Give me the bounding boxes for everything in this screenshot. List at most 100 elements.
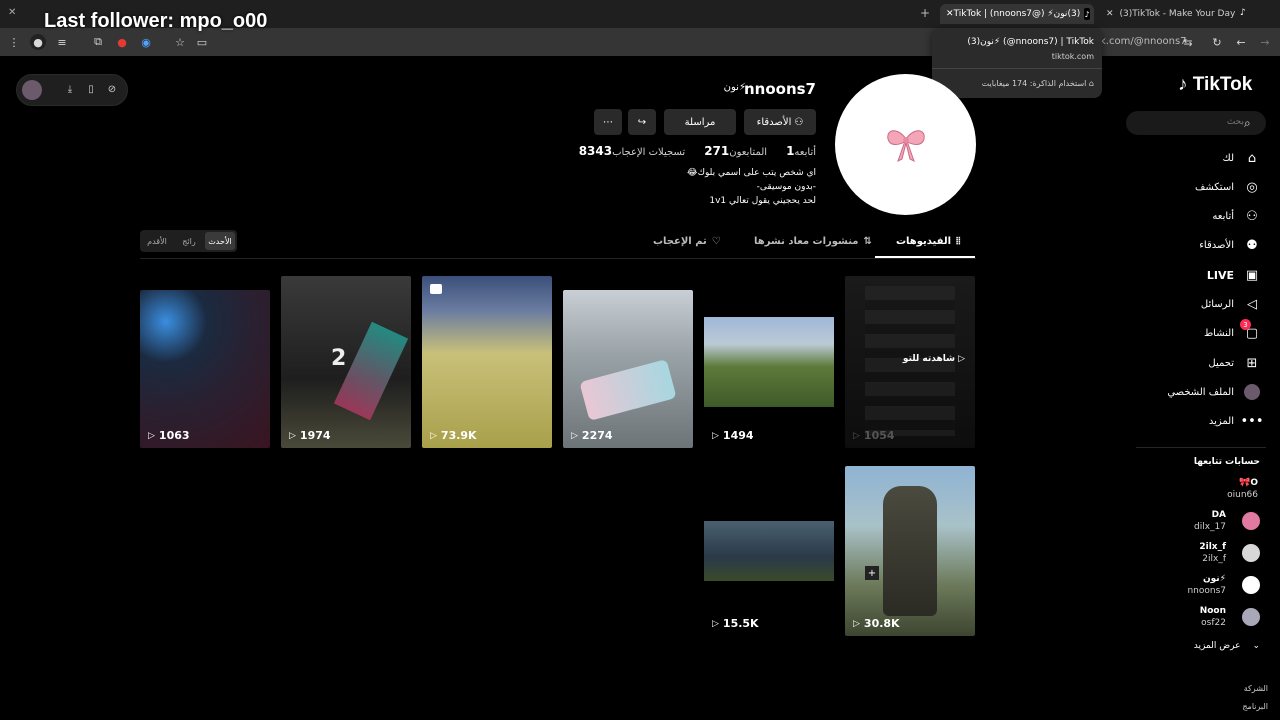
video-thumbnail[interactable]: ▷ 15.5K (704, 466, 834, 636)
sidebar-item-foryou[interactable]: لك ⌂ (1223, 149, 1260, 167)
following-account[interactable]: نون⚡ nnoons7 (1187, 573, 1226, 597)
forward-icon[interactable]: → (1257, 34, 1273, 50)
view-count: ▷ 1054 (853, 429, 895, 442)
record-extension-icon[interactable]: ● (114, 34, 130, 50)
tiktok-logo[interactable]: ♪ TikTok (1178, 74, 1252, 96)
footer-link[interactable]: الشركة (1244, 684, 1268, 693)
video-thumbnail[interactable]: + ▷ 30.8K (845, 466, 975, 636)
avatar[interactable] (1242, 576, 1260, 594)
tab-hover-card: (3)نون⚡ (@nnoons7) | TikTok tiktok.com ⌂… (932, 28, 1102, 98)
nav-label: أتابعه (1212, 210, 1234, 222)
user-avatar[interactable] (22, 80, 42, 100)
sidebar-item-following[interactable]: أتابعه ⚇ (1212, 207, 1260, 225)
watched-text: شاهدته للتو (902, 354, 955, 364)
tab-label: (3)نون⚡ (@nnoons7) | TikTok (953, 9, 1081, 19)
sort-oldest[interactable]: الأقدم (142, 232, 172, 250)
phone-icon[interactable]: ▯ (84, 82, 98, 96)
tiktok-icon: ♪ (1178, 74, 1193, 95)
view-count-text: 1063 (158, 429, 190, 442)
more-options-icon[interactable]: ⋯ (594, 109, 622, 135)
stat-value: 271 (704, 144, 730, 158)
download-icon[interactable]: ⤓ (63, 82, 77, 96)
thumbnail-art: 2 (331, 346, 347, 371)
tab-liked[interactable]: تم الإعجاب ♡ (653, 236, 721, 247)
cast-icon[interactable]: ≡ (54, 34, 70, 50)
sidebar-item-explore[interactable]: استكشف ◎ (1195, 178, 1260, 196)
video-thumbnail[interactable]: ▷ 1494 (704, 276, 834, 448)
following-account[interactable]: DA dilx_17 (1194, 509, 1226, 533)
bio-line: اي شخص يتب على اسمي بلوك😂 (687, 168, 816, 178)
stat-following[interactable]: أتابعه1 (781, 144, 816, 158)
sidebar-item-messages[interactable]: الرسائل ◁ (1201, 295, 1260, 313)
sidebar-item-activity[interactable]: النشاط ▢ 3 (1204, 319, 1260, 342)
hover-card-title: (3)نون⚡ (@nnoons7) | TikTok (967, 37, 1094, 47)
tab-home[interactable]: ✕ (3)TikTok - Make Your Day (1100, 4, 1250, 24)
nav-label: LIVE (1206, 268, 1234, 282)
menu-dots-icon[interactable]: ⋮ (6, 34, 22, 50)
profile-avatar-icon (1244, 384, 1260, 400)
play-icon: ▷ (853, 618, 860, 629)
tab-label: منشورات معاد نشرها (754, 236, 859, 247)
sidebar-icon[interactable]: ▭ (194, 34, 210, 50)
stat-followers[interactable]: المتابعون271 (699, 144, 767, 158)
account-name: 2ilx_f (1199, 542, 1226, 552)
profile-icon[interactable]: ● (30, 34, 46, 50)
account-handle: oiun66 (1227, 490, 1258, 500)
avatar[interactable] (1242, 512, 1260, 530)
logo-text: TikTok (1192, 74, 1253, 95)
video-thumbnail[interactable]: شاهدته للتو ▷ ▷ 1054 (845, 276, 975, 448)
tab-reposts[interactable]: منشورات معاد نشرها ⇅ (754, 236, 872, 247)
video-thumbnail[interactable]: ▷ 73.9K (422, 276, 552, 448)
search-placeholder: بحث (1226, 117, 1244, 127)
compass-icon[interactable]: ⊘ (105, 82, 119, 96)
video-thumbnail[interactable]: ▷ 2274 (563, 290, 693, 448)
stream-overlay-title: Last follower: mpo_o00 (44, 10, 268, 32)
sidebar-item-upload[interactable]: تحميل ⊞ (1208, 354, 1260, 372)
share-icon[interactable]: ↪ (628, 109, 656, 135)
tab-close-icon[interactable]: ✕ (946, 9, 954, 19)
thumbnail-art (579, 359, 677, 421)
sidebar-item-more[interactable]: المزيد ••• (1209, 412, 1264, 430)
footer-link[interactable]: البرنامج (1242, 702, 1268, 711)
tab-profile[interactable]: ✕ (3)نون⚡ (@nnoons7) | TikTok ♪ (940, 4, 1094, 24)
message-button[interactable]: مراسلة (664, 109, 736, 135)
friends-button[interactable]: الأصدقاء ⚇ (744, 109, 816, 135)
sort-popular[interactable]: رائج (174, 232, 204, 250)
more-icon: ••• (1240, 413, 1264, 429)
avatar[interactable] (1242, 544, 1260, 562)
following-account[interactable]: 2ilx_f 2ilx_f (1199, 541, 1226, 565)
tune-icon[interactable]: ⇆ (1180, 34, 1196, 50)
nav-label: الرسائل (1200, 298, 1234, 310)
tab-close-icon[interactable]: ✕ (1106, 9, 1114, 19)
new-tab-icon[interactable]: + (920, 6, 930, 20)
sort-latest[interactable]: الأحدث (205, 232, 235, 250)
address-bar[interactable]: k.com/@nnoons7 (1100, 36, 1187, 47)
tab-videos[interactable]: الفيديوهات ⦙⦙ (896, 236, 960, 247)
image-icon (430, 284, 442, 294)
back-icon[interactable]: ← (1233, 34, 1249, 50)
view-count-text: 1054 (863, 429, 895, 442)
watched-label: شاهدته للتو ▷ (902, 354, 965, 364)
play-icon: ▷ (853, 430, 860, 441)
following-account[interactable]: Noon osf22 (1200, 605, 1226, 629)
see-more-button[interactable]: عرض المزيد ⌄ (1194, 641, 1260, 651)
sidebar-item-profile[interactable]: الملف الشخصي (1167, 383, 1260, 401)
upload-icon: ⊞ (1246, 355, 1258, 371)
view-count: ▷ 15.5K (712, 617, 759, 630)
sidebar-item-live[interactable]: LIVE ▣ (1207, 266, 1260, 284)
profile-stats: أتابعه1 المتابعون271 تسجيلات الإعجاب8343 (574, 144, 816, 158)
sidebar-item-friends[interactable]: الأصدقاء ⚉ (1199, 236, 1260, 254)
view-count: ▷ 1974 (289, 429, 331, 442)
profile-avatar[interactable] (835, 74, 976, 215)
avatar[interactable] (1242, 608, 1260, 626)
audio-extension-icon[interactable]: ◉ (138, 34, 154, 50)
bookmark-star-icon[interactable]: ☆ (172, 34, 188, 50)
send-icon: ◁ (1247, 296, 1257, 312)
reload-icon[interactable]: ↻ (1209, 34, 1225, 50)
video-thumbnail[interactable]: 2 ▷ 1974 (281, 276, 411, 448)
following-account[interactable]: 🎀O oiun66 (1227, 477, 1258, 501)
close-window-icon[interactable]: ✕ (8, 7, 16, 18)
extensions-icon[interactable]: ⧉ (90, 34, 106, 50)
search-icon[interactable]: ⌕ (1244, 116, 1251, 131)
video-thumbnail[interactable]: ▷ 1063 (140, 290, 270, 448)
